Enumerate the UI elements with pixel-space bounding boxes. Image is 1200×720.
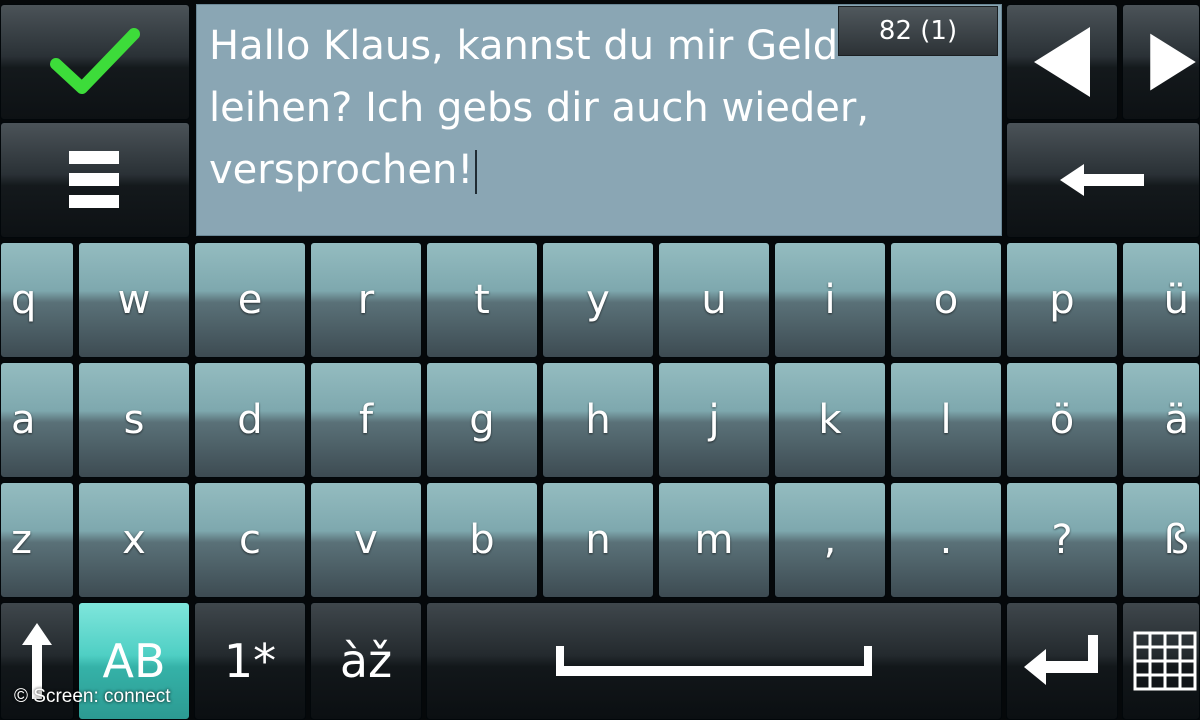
numbers-symbols-label: 1*	[223, 634, 277, 688]
accents-label: àž	[339, 634, 393, 688]
key-row2-8[interactable]: k	[774, 362, 886, 478]
check-icon	[50, 28, 140, 94]
key-row2-6[interactable]: h	[542, 362, 654, 478]
enter-button[interactable]	[1006, 602, 1118, 720]
key-row2-9[interactable]: l	[890, 362, 1002, 478]
key-row1-7[interactable]: u	[658, 242, 770, 358]
key-row3-5[interactable]: b	[426, 482, 538, 598]
text-caret	[475, 150, 478, 194]
key-row3-10[interactable]: ?	[1006, 482, 1118, 598]
numbers-symbols-button[interactable]: 1*	[194, 602, 306, 720]
character-counter: 82 (1)	[838, 6, 998, 56]
key-row1-11[interactable]: ü	[1122, 242, 1200, 358]
key-row1-8[interactable]: i	[774, 242, 886, 358]
enter-icon	[1024, 635, 1098, 685]
message-text: Hallo Klaus, kannst du mir Geld leihen? …	[209, 23, 870, 193]
key-row3-11[interactable]: ß	[1122, 482, 1200, 598]
copyright-notice: © Screen: connect	[14, 686, 171, 707]
cursor-right-button[interactable]	[1122, 4, 1200, 120]
key-row3-6[interactable]: n	[542, 482, 654, 598]
arrow-left-icon	[1034, 27, 1090, 97]
key-row3-9[interactable]: .	[890, 482, 1002, 598]
key-row1-5[interactable]: t	[426, 242, 538, 358]
key-row1-4[interactable]: r	[310, 242, 422, 358]
key-row3-3[interactable]: c	[194, 482, 306, 598]
cursor-left-button[interactable]	[1006, 4, 1118, 120]
key-row2-10[interactable]: ö	[1006, 362, 1118, 478]
key-row3-8[interactable]: ,	[774, 482, 886, 598]
key-row3-1[interactable]: z	[0, 482, 74, 598]
backspace-button[interactable]	[1006, 122, 1200, 238]
key-row1-2[interactable]: w	[78, 242, 190, 358]
key-row3-7[interactable]: m	[658, 482, 770, 598]
keyboard-icon	[1133, 631, 1197, 691]
key-row1-10[interactable]: p	[1006, 242, 1118, 358]
key-row2-4[interactable]: f	[310, 362, 422, 478]
arrow-right-icon	[1150, 33, 1196, 91]
key-row1-1[interactable]: q	[0, 242, 74, 358]
menu-icon	[69, 151, 119, 208]
space-button[interactable]	[426, 602, 1002, 720]
key-row1-3[interactable]: e	[194, 242, 306, 358]
key-row2-7[interactable]: j	[658, 362, 770, 478]
keyboard-layout-button[interactable]	[1122, 602, 1200, 720]
confirm-button[interactable]	[0, 4, 190, 120]
key-row3-2[interactable]: x	[78, 482, 190, 598]
key-row2-5[interactable]: g	[426, 362, 538, 478]
key-row2-1[interactable]: a	[0, 362, 74, 478]
backspace-icon	[1060, 164, 1144, 196]
menu-button[interactable]	[0, 122, 190, 238]
accents-button[interactable]: àž	[310, 602, 422, 720]
key-row2-11[interactable]: ä	[1122, 362, 1200, 478]
key-row2-3[interactable]: d	[194, 362, 306, 478]
key-row2-2[interactable]: s	[78, 362, 190, 478]
case-toggle-label: AB	[102, 634, 166, 688]
key-row1-9[interactable]: o	[890, 242, 1002, 358]
key-row3-4[interactable]: v	[310, 482, 422, 598]
space-icon	[556, 646, 872, 676]
key-row1-6[interactable]: y	[542, 242, 654, 358]
